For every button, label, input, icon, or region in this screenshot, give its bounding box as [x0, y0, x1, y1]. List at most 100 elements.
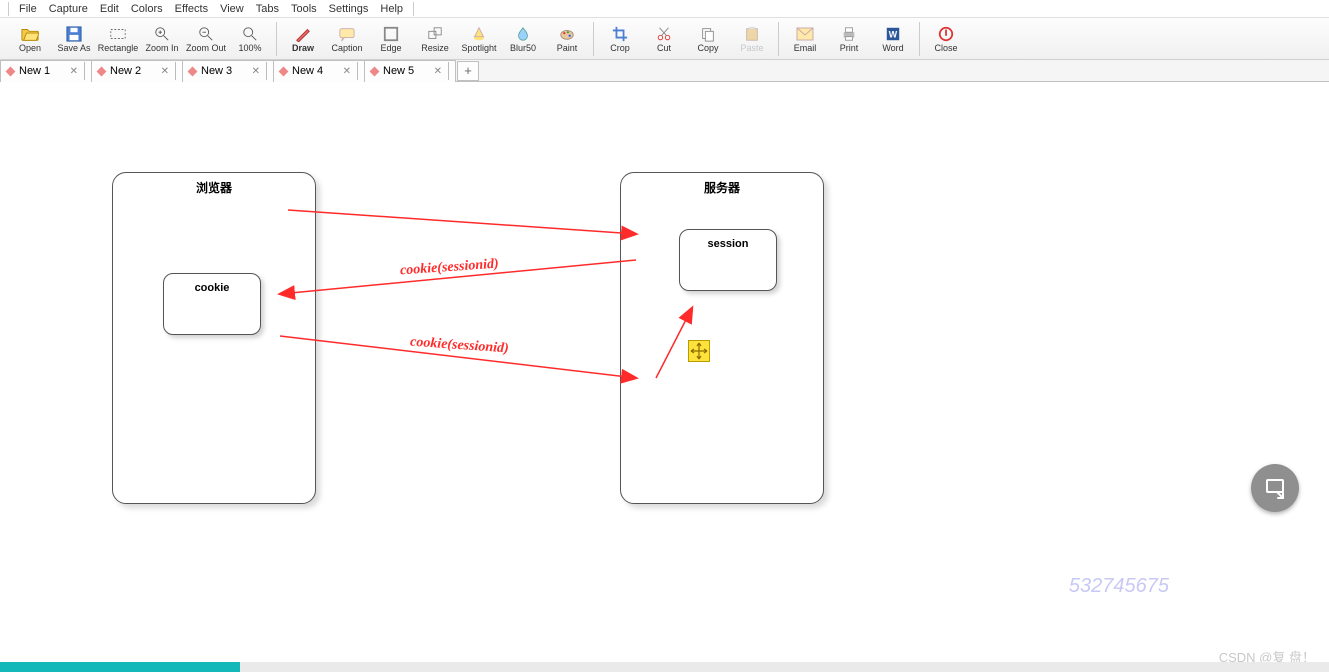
saveas-icon [64, 25, 84, 43]
caption-button[interactable]: Caption [325, 20, 369, 58]
watermark-number: 532745675 [1069, 575, 1169, 598]
tab-close-icon[interactable]: ✕ [250, 66, 262, 77]
tab-close-icon[interactable]: ✕ [341, 66, 353, 77]
toolbtn-label: 100% [238, 43, 261, 53]
cut-button[interactable]: Cut [642, 20, 686, 58]
modified-diamond-icon [97, 66, 107, 76]
browser-panel: 浏览器 cookie [112, 172, 316, 504]
tab-label: New 1 [19, 65, 50, 77]
toolbtn-label: Word [882, 43, 903, 53]
toolbtn-label: Copy [697, 43, 718, 53]
edge-icon [381, 25, 401, 43]
tab-close-icon[interactable]: ✕ [159, 66, 171, 77]
copy-icon [698, 25, 718, 43]
close-icon [936, 25, 956, 43]
toolbar: Open Save AsRectangle Zoom In Zoom Out 100% D… [0, 18, 1329, 60]
tab-1[interactable]: New 1 ✕ [0, 60, 92, 82]
resize-button[interactable]: Resize [413, 20, 457, 58]
tab-2[interactable]: New 2✕ [91, 60, 183, 82]
tab-close-icon[interactable]: ✕ [432, 66, 444, 77]
rectangle-button[interactable]: Rectangle [96, 20, 140, 58]
session-box: session [679, 229, 777, 291]
menu-settings[interactable]: Settings [323, 2, 375, 16]
rectangle-icon [108, 25, 128, 43]
toolbtn-label: Caption [331, 43, 362, 53]
paint-icon [557, 25, 577, 43]
add-tab-button[interactable]: + [457, 61, 479, 81]
menu-bar: File Capture Edit Colors Effects View Ta… [0, 0, 1329, 18]
cookie-box: cookie [163, 273, 261, 335]
print-button[interactable]: Print [827, 20, 871, 58]
arrow-label-2: cookie(sessionid) [410, 335, 510, 358]
tab-4[interactable]: New 4 ✕ [273, 60, 365, 82]
spotlight-button[interactable]: Spotlight [457, 20, 501, 58]
open-icon [20, 25, 40, 43]
toolbtn-label: Rectangle [98, 43, 139, 53]
word-button[interactable]: W Word [871, 20, 915, 58]
cut-icon [654, 25, 674, 43]
toolbtn-label: Blur50 [510, 43, 536, 53]
menu-help[interactable]: Help [374, 2, 409, 16]
crop-icon [610, 25, 630, 43]
menu-capture[interactable]: Capture [43, 2, 94, 16]
blur-icon [513, 25, 533, 43]
enter-fullscreen-icon[interactable] [1251, 464, 1299, 512]
caption-icon [337, 25, 357, 43]
draw-button[interactable]: Draw [281, 20, 325, 58]
toolbtn-label: Draw [292, 43, 314, 53]
svg-text:W: W [889, 30, 898, 40]
close-button[interactable]: Close [924, 20, 968, 58]
tab-3[interactable]: New 3✕ [182, 60, 274, 82]
menu-tabs[interactable]: Tabs [250, 2, 285, 16]
canvas: 浏览器 cookie 服务器 session cookie(sessionid)… [0, 82, 1329, 658]
browser-title: 浏览器 [113, 173, 315, 196]
paste-icon [742, 25, 762, 43]
menu-colors[interactable]: Colors [125, 2, 169, 16]
menu-view[interactable]: View [214, 2, 250, 16]
crop-button[interactable]: Crop [598, 20, 642, 58]
move-cursor-icon [688, 340, 710, 362]
tab-label: New 4 [292, 65, 323, 77]
menu-effects[interactable]: Effects [169, 2, 214, 16]
saveas-button[interactable]: Save As [52, 20, 96, 58]
server-title: 服务器 [621, 173, 823, 196]
progress-bar [0, 662, 240, 672]
tab-label: New 5 [383, 65, 414, 77]
word-icon: W [883, 25, 903, 43]
blur-button[interactable]: Blur50 [501, 20, 545, 58]
modified-diamond-icon [370, 66, 380, 76]
open-button[interactable]: Open [8, 20, 52, 58]
tab-5[interactable]: New 5 ✕ [364, 60, 456, 82]
server-panel: 服务器 session [620, 172, 824, 504]
toolbtn-label: Cut [657, 43, 671, 53]
toolbtn-label: Paste [740, 43, 763, 53]
edge-button[interactable]: Edge [369, 20, 413, 58]
arrow-label-1: cookie(sessionid) [400, 257, 500, 280]
draw-icon [293, 25, 313, 43]
toolbtn-label: Print [840, 43, 859, 53]
menu-edit[interactable]: Edit [94, 2, 125, 16]
email-button[interactable]: Email [783, 20, 827, 58]
paint-button[interactable]: Paint [545, 20, 589, 58]
toolbtn-label: Crop [610, 43, 630, 53]
zoomout-button[interactable]: Zoom Out [184, 20, 228, 58]
menu-tools[interactable]: Tools [285, 2, 323, 16]
toolbtn-label: Spotlight [461, 43, 496, 53]
toolbtn-label: Open [19, 43, 41, 53]
tab-close-icon[interactable]: ✕ [68, 66, 80, 77]
toolbtn-label: Zoom In [145, 43, 178, 53]
menu-file[interactable]: File [13, 2, 43, 16]
zoomout-icon [196, 25, 216, 43]
zoomin-button[interactable]: Zoom In [140, 20, 184, 58]
zoom100-icon [240, 25, 260, 43]
spotlight-icon [469, 25, 489, 43]
copy-button[interactable]: Copy [686, 20, 730, 58]
zoom100-button[interactable]: 100% [228, 20, 272, 58]
toolbtn-label: Close [934, 43, 957, 53]
print-icon [839, 25, 859, 43]
undo-icon[interactable] [424, 2, 436, 16]
toolbtn-label: Paint [557, 43, 578, 53]
redo-icon[interactable] [442, 2, 454, 16]
toolbtn-label: Email [794, 43, 817, 53]
toolbtn-label: Resize [421, 43, 449, 53]
